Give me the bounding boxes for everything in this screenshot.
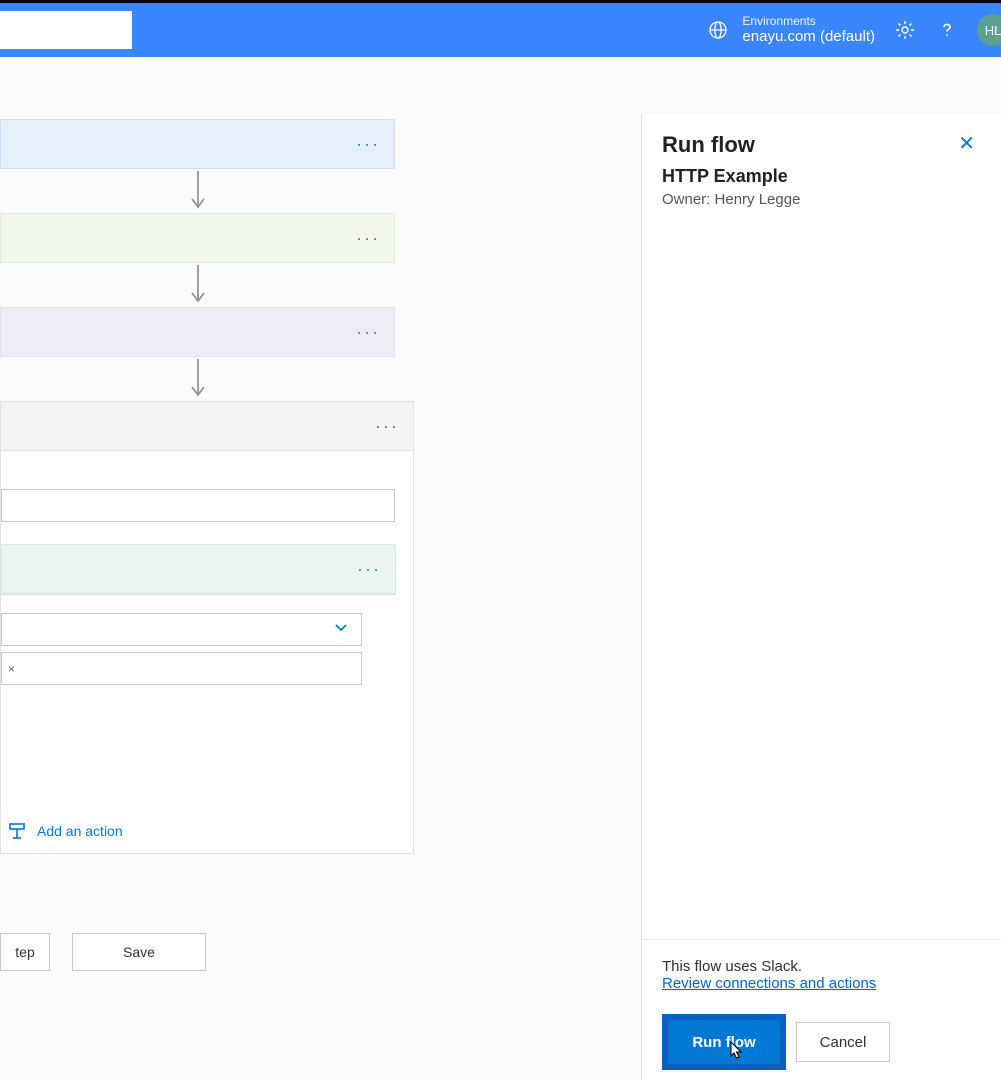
add-action-icon [7,821,27,841]
globe-icon [706,18,730,42]
review-connections-link[interactable]: Review connections and actions [662,975,981,992]
add-action-button[interactable]: Add an action [7,821,413,841]
panel-actions: Run flow Cancel [662,1014,981,1070]
flow-step-1[interactable]: ··· [0,119,395,169]
new-step-button[interactable]: tep [0,933,50,971]
save-button[interactable]: Save [72,933,206,971]
close-icon[interactable]: ✕ [954,132,979,156]
flow-inner-step[interactable]: ··· [1,544,396,594]
chevron-down-icon [333,619,349,640]
header-right-cluster: Environments enayu.com (default) HL [706,3,1001,57]
flow-step-3[interactable]: ··· [0,307,395,357]
text-input[interactable] [1,489,395,522]
search-input[interactable] [0,11,132,49]
panel-note: This flow uses Slack. [662,958,981,975]
arrow-icon [0,263,395,307]
button-label: Cancel [820,1034,867,1051]
panel-body [642,216,1001,939]
more-icon[interactable]: ··· [356,228,380,249]
environment-switcher[interactable]: Environments enayu.com (default) [706,14,875,46]
button-label: Save [123,944,155,960]
run-flow-highlight: Run flow [662,1014,786,1070]
close-icon[interactable]: × [8,662,15,676]
more-icon[interactable]: ··· [356,134,380,155]
avatar[interactable]: HL [977,14,1001,46]
arrow-icon [0,357,395,401]
gear-icon[interactable] [893,18,917,42]
flow-step-2[interactable]: ··· [0,213,395,263]
tag-input[interactable]: × [1,652,362,685]
flow-canvas: ··· ··· ··· ··· [0,57,1001,1080]
more-icon[interactable]: ··· [357,559,381,580]
run-flow-panel: Run flow ✕ HTTP Example Owner: Henry Leg… [641,114,1001,1080]
more-icon[interactable]: ··· [356,322,380,343]
flow-container-body: ··· × [0,451,414,854]
environment-label: Environments [742,14,875,28]
button-label: tep [15,944,34,960]
cancel-button[interactable]: Cancel [796,1022,890,1062]
panel-subtitle: HTTP Example [662,166,979,187]
run-flow-button[interactable]: Run flow [668,1020,780,1064]
flow-column: ··· ··· ··· ··· [0,119,414,854]
app-header: Environments enayu.com (default) HL [0,3,1001,57]
panel-title: Run flow [662,132,755,158]
environment-value: enayu.com (default) [742,28,875,46]
panel-footer: This flow uses Slack. Review connections… [642,939,1001,1080]
add-action-label: Add an action [37,823,123,839]
arrow-icon [0,169,395,213]
more-icon[interactable]: ··· [375,416,399,437]
avatar-initials: HL [985,23,1001,38]
dropdown-field[interactable] [1,613,362,646]
help-icon[interactable] [935,18,959,42]
panel-header: Run flow ✕ HTTP Example Owner: Henry Leg… [642,114,1001,216]
flow-container-header[interactable]: ··· [0,401,414,451]
button-label: Run flow [692,1034,755,1051]
canvas-footer-buttons: tep Save [0,933,206,971]
panel-owner: Owner: Henry Legge [662,191,979,208]
